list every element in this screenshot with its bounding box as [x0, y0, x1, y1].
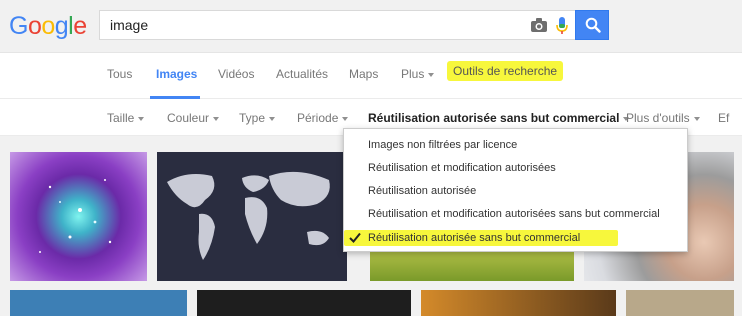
search-tabs: Tous Images Vidéos Actualités Maps Plus …	[0, 52, 742, 99]
tab-search-tools[interactable]: Outils de recherche	[447, 61, 564, 81]
tool-period-label: Période	[297, 111, 339, 125]
camera-icon[interactable]	[530, 17, 548, 38]
image-result-row2-4[interactable]	[626, 290, 734, 316]
image-result-row2-1[interactable]	[10, 290, 187, 316]
image-result-galaxy[interactable]	[10, 152, 147, 281]
caret-down-icon	[693, 116, 700, 121]
search-input[interactable]	[110, 16, 510, 34]
galaxy-image	[39, 179, 112, 253]
tool-type[interactable]: Type	[239, 111, 276, 125]
tab-maps[interactable]: Maps	[349, 67, 378, 81]
tool-period[interactable]: Période	[297, 111, 349, 125]
caret-down-icon	[138, 116, 145, 121]
checkmark-icon	[349, 232, 361, 243]
tool-color-label: Couleur	[167, 111, 210, 125]
logo-letter: e	[73, 12, 87, 40]
tool-type-label: Type	[239, 111, 266, 125]
caret-down-icon	[342, 116, 349, 121]
microphone-icon[interactable]	[555, 16, 569, 41]
caret-down-icon	[269, 116, 276, 121]
tab-actualites[interactable]: Actualités	[276, 67, 328, 81]
tool-size[interactable]: Taille	[107, 111, 145, 125]
tool-size-label: Taille	[107, 111, 135, 125]
caret-down-icon	[213, 116, 220, 121]
option-reuse-modify[interactable]: Réutilisation et modification autorisées	[368, 162, 556, 174]
option-reuse[interactable]: Réutilisation autorisée	[368, 185, 476, 197]
world-map-image	[167, 171, 330, 260]
tool-more-tools-label: Plus d'outils	[626, 111, 690, 125]
caret-down-icon	[428, 72, 435, 77]
logo-letter: g	[54, 12, 69, 40]
tool-usage-rights-label: Réutilisation autorisée sans but commerc…	[368, 111, 620, 125]
tool-more-tools[interactable]: Plus d'outils	[626, 111, 700, 125]
tool-clear[interactable]: Ef	[718, 111, 729, 125]
logo-letter: o	[41, 12, 55, 40]
option-reuse-noncommercial[interactable]: Réutilisation autorisée sans but commerc…	[344, 230, 618, 246]
image-result-row2-2[interactable]	[197, 290, 411, 316]
tab-plus[interactable]: Plus	[401, 67, 435, 81]
option-unfiltered[interactable]: Images non filtrées par licence	[368, 139, 517, 151]
search-box	[99, 10, 575, 40]
tool-usage-rights[interactable]: Réutilisation autorisée sans but commerc…	[368, 111, 630, 125]
search-button[interactable]	[575, 10, 609, 40]
search-icon	[585, 17, 601, 33]
tab-images[interactable]: Images	[156, 67, 197, 81]
tab-plus-label: Plus	[401, 67, 425, 81]
option-reuse-modify-noncommercial[interactable]: Réutilisation et modification autorisées…	[368, 208, 660, 220]
search-tools-label: Outils de recherche	[447, 61, 564, 81]
google-logo[interactable]: Google	[9, 12, 87, 41]
header-bar: Google	[0, 0, 742, 53]
logo-letter: G	[9, 12, 28, 40]
usage-rights-dropdown: Images non filtrées par licence Réutilis…	[343, 128, 688, 252]
image-result-world-map[interactable]	[157, 152, 347, 281]
tab-tous[interactable]: Tous	[107, 67, 132, 81]
option-label: Réutilisation autorisée sans but commerc…	[368, 232, 581, 244]
image-result-row2-3[interactable]	[421, 290, 616, 316]
tool-color[interactable]: Couleur	[167, 111, 220, 125]
tab-videos[interactable]: Vidéos	[218, 67, 254, 81]
logo-letter: o	[27, 12, 42, 40]
